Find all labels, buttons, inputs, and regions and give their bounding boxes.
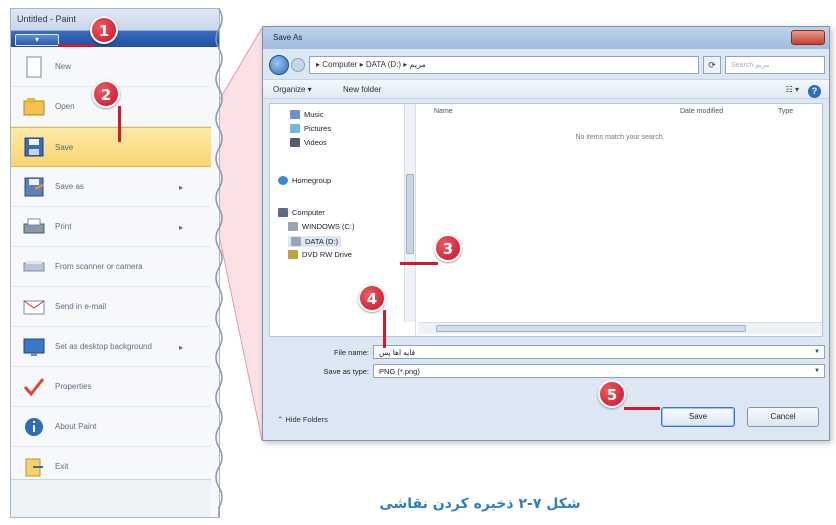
desktop-background-icon xyxy=(23,338,45,356)
column-name[interactable]: Name xyxy=(434,108,453,115)
callout-badge-3: 3 xyxy=(434,234,462,262)
file-browser: Music Pictures Videos Homegroup Computer… xyxy=(269,103,823,337)
music-icon xyxy=(290,110,300,119)
horizontal-scroll-thumb[interactable] xyxy=(436,325,746,332)
save-as-icon xyxy=(24,177,44,196)
navigation-pane: Music Pictures Videos Homegroup Computer… xyxy=(270,104,416,336)
empty-message: No items match your search. xyxy=(575,134,665,141)
back-arrow-icon[interactable] xyxy=(269,55,289,75)
nav-item-windows-c[interactable]: WINDOWS (C:) xyxy=(288,222,355,231)
nav-item-videos[interactable]: Videos xyxy=(290,138,327,147)
menu-item-properties[interactable]: Properties xyxy=(11,367,211,407)
help-icon[interactable]: ? xyxy=(808,85,821,98)
forward-arrow-icon[interactable] xyxy=(291,58,305,72)
callout-2-arrow xyxy=(118,106,121,142)
paint-menu-button[interactable]: ▾ xyxy=(15,34,59,46)
callout-5-arrow xyxy=(624,407,660,410)
callout-4-arrow xyxy=(383,310,386,348)
save-as-type-label: Save as type: xyxy=(323,367,369,376)
nav-scrollbar[interactable] xyxy=(404,104,415,322)
hide-folders-toggle[interactable]: ⌃ Hide Folders xyxy=(277,415,328,424)
figure-caption: شکل ۷-۲ ذخیره کردن نقاشی xyxy=(379,496,581,512)
horizontal-scrollbar[interactable] xyxy=(418,322,822,334)
save-as-type-select[interactable]: PNG (*.png) ▼ xyxy=(373,364,825,378)
callout-badge-1: 1 xyxy=(90,16,118,44)
nav-item-music[interactable]: Music xyxy=(290,110,324,119)
homegroup-icon xyxy=(278,176,288,185)
checkmark-icon xyxy=(23,377,45,396)
menu-item-scanner[interactable]: From scanner or camera xyxy=(11,247,211,287)
dvd-drive-icon xyxy=(288,250,298,259)
column-type[interactable]: Type xyxy=(778,108,793,115)
computer-icon xyxy=(278,208,288,217)
callout-1-arrow xyxy=(58,44,94,47)
nav-item-computer[interactable]: Computer xyxy=(278,208,325,217)
callout-badge-5: 5 xyxy=(598,380,626,408)
nav-item-homegroup[interactable]: Homegroup xyxy=(278,176,331,185)
menu-item-about-paint[interactable]: About Paint xyxy=(11,407,211,447)
address-row: ▸ Computer ▸ DATA (D:) ▸ مریم ⟳ Search م… xyxy=(269,55,825,75)
info-icon xyxy=(25,417,43,436)
dialog-toolbar: Organize ▾ New folder ☷ ▾ ? xyxy=(263,79,829,99)
callout-badge-2: 2 xyxy=(92,80,120,108)
menu-item-desktop-background[interactable]: Set as desktop background ▸ xyxy=(11,327,211,367)
videos-icon xyxy=(290,138,300,147)
open-folder-icon xyxy=(23,97,45,115)
menu-item-save-as[interactable]: Save as ▸ xyxy=(11,167,211,207)
chevron-down-icon[interactable]: ▼ xyxy=(814,349,820,355)
nav-item-data-d[interactable]: DATA (D:) xyxy=(288,236,342,247)
menu-item-send-email[interactable]: Send in e-mail xyxy=(11,287,211,327)
refresh-icon[interactable]: ⟳ xyxy=(703,56,721,74)
view-options-icon[interactable]: ☷ ▾ xyxy=(786,85,799,94)
drive-icon xyxy=(291,237,301,246)
email-icon xyxy=(23,300,45,314)
nav-item-dvd-drive[interactable]: DVD RW Drive xyxy=(288,250,352,259)
file-list: Name Date modified Type No items match y… xyxy=(418,104,822,322)
exit-icon xyxy=(25,458,43,476)
torn-edge xyxy=(215,9,223,517)
callout-3-arrow xyxy=(400,262,438,265)
menu-footer xyxy=(11,479,211,517)
cancel-button[interactable]: Cancel xyxy=(747,407,819,427)
callout-badge-4: 4 xyxy=(358,284,386,312)
drive-icon xyxy=(288,222,298,231)
column-date-modified[interactable]: Date modified xyxy=(680,108,723,115)
nav-scroll-thumb[interactable] xyxy=(406,174,414,254)
file-name-field[interactable]: قایه اها پس ▼ xyxy=(373,345,825,359)
address-bar[interactable]: ▸ Computer ▸ DATA (D:) ▸ مریم xyxy=(309,56,699,74)
menu-item-print[interactable]: Print ▸ xyxy=(11,207,211,247)
new-folder-button[interactable]: New folder xyxy=(343,85,381,94)
close-button[interactable] xyxy=(791,30,825,45)
floppy-disk-icon xyxy=(24,137,44,157)
save-button[interactable]: Save xyxy=(661,407,735,427)
scanner-icon xyxy=(23,260,45,271)
pictures-icon xyxy=(290,124,300,133)
dialog-title: Save As xyxy=(263,27,829,49)
printer-icon xyxy=(23,218,45,233)
menu-item-save[interactable]: Save xyxy=(11,127,211,167)
chevron-down-icon[interactable]: ▼ xyxy=(814,368,820,374)
save-as-dialog: Save As ▸ Computer ▸ DATA (D:) ▸ مریم ⟳ … xyxy=(262,26,830,441)
search-input[interactable]: Search مریم xyxy=(725,56,825,74)
organize-button[interactable]: Organize ▾ xyxy=(273,85,312,94)
new-file-icon xyxy=(26,56,42,77)
nav-item-pictures[interactable]: Pictures xyxy=(290,124,331,133)
file-name-label: File name: xyxy=(333,348,369,357)
file-menu-list: New Open Save Save as ▸ Print ▸ From sca… xyxy=(11,47,211,487)
